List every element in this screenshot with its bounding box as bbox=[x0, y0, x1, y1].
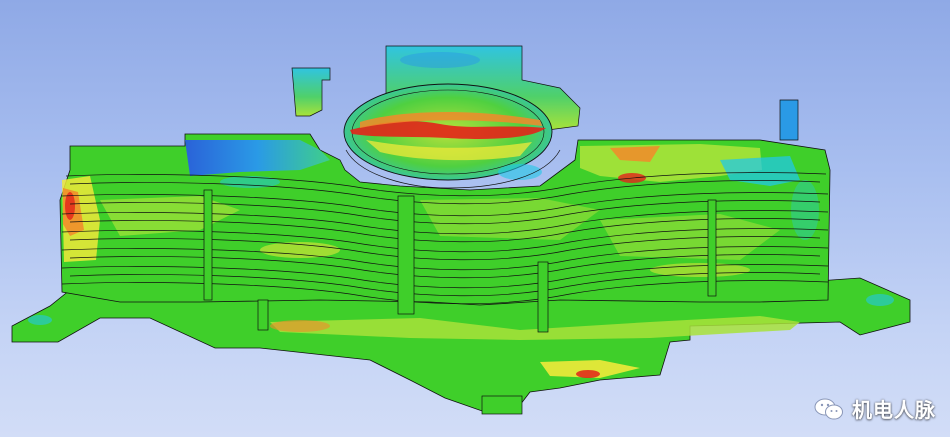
building-contour-model bbox=[11, 45, 911, 415]
roof-block-left bbox=[291, 67, 331, 117]
watermark-text: 机电人脉 bbox=[852, 398, 936, 422]
watermark: 机电人脉 bbox=[814, 394, 936, 423]
contour-patch bbox=[791, 180, 819, 240]
roof-block-right bbox=[779, 99, 799, 141]
contour-patch bbox=[65, 192, 75, 220]
slab-hotspot bbox=[28, 315, 52, 325]
cfd-viewport: 机电人脉 bbox=[0, 0, 950, 437]
slab-hotspot bbox=[866, 294, 894, 306]
slab-hotspot bbox=[576, 370, 600, 378]
wechat-icon bbox=[814, 398, 843, 419]
contour-patch bbox=[650, 263, 750, 277]
slab-hotspot bbox=[270, 320, 330, 332]
contour-patch bbox=[400, 52, 480, 68]
